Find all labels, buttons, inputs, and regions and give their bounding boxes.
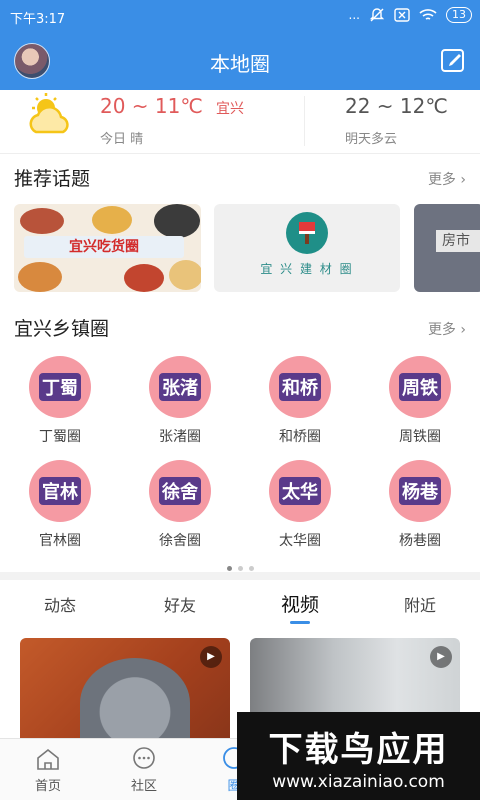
town-item-dingshu[interactable]: 丁蜀 丁蜀圈 — [20, 356, 100, 446]
town-badge: 徐舍 — [159, 477, 201, 505]
play-icon[interactable]: ▶ — [430, 646, 452, 668]
town-item-taihua[interactable]: 太华 太华圈 — [260, 460, 340, 550]
tab-dongtai[interactable]: 动态 — [0, 592, 120, 616]
battery-indicator: 13 — [446, 7, 472, 23]
tab-fujin[interactable]: 附近 — [360, 592, 480, 616]
food-plate-image — [18, 262, 62, 292]
town-badge: 张渚 — [159, 373, 201, 401]
page-dot — [248, 566, 254, 571]
town-item-zhangzhu[interactable]: 张渚 张渚圈 — [140, 356, 220, 446]
town-badge: 杨巷 — [399, 477, 441, 505]
town-label: 徐舍圈 — [159, 533, 201, 549]
town-badge: 丁蜀 — [39, 373, 81, 401]
town-badge: 官林 — [39, 477, 81, 505]
topic-card-food[interactable]: 宜兴吃货圈 — [14, 204, 201, 292]
food-plate-image — [124, 264, 164, 292]
city-name: 宜兴 — [216, 101, 244, 117]
paintbrush-icon — [286, 212, 328, 254]
town-label: 周铁圈 — [399, 429, 441, 445]
weather-panel[interactable]: 20 ~ 11℃ 宜兴 今日 晴 22 ~ 12℃ 明天多云 — [0, 90, 480, 154]
tab-haoyou[interactable]: 好友 — [120, 592, 240, 616]
topic-card-label: 宜兴吃货圈 — [24, 236, 184, 258]
status-bar: 下午3:17 ... 13 — [0, 0, 480, 32]
edit-icon[interactable] — [440, 47, 466, 73]
tab-shipin[interactable]: 视频 — [240, 590, 360, 617]
topic-card-label: 房市 — [436, 230, 480, 252]
town-item-xushe[interactable]: 徐舍 徐舍圈 — [140, 460, 220, 550]
watermark-url: www.xiazainiao.com — [272, 772, 445, 792]
town-icon: 官林 — [29, 460, 91, 522]
sim-x-icon — [394, 8, 410, 22]
towns-more-link[interactable]: 更多 › — [428, 319, 466, 339]
town-label: 太华圈 — [279, 533, 321, 549]
town-badge: 太华 — [279, 477, 321, 505]
today-temperature: 20 ~ 11℃ — [100, 94, 203, 118]
town-icon: 太华 — [269, 460, 331, 522]
topic-card-house[interactable]: 房市 — [414, 204, 480, 292]
town-icon: 周铁 — [389, 356, 451, 418]
status-time: 下午3:17 — [10, 12, 66, 27]
tomorrow-weather-desc: 明天多云 — [345, 132, 398, 147]
page-dot — [237, 566, 243, 571]
feed-tabs: 动态 好友 视频 附近 — [0, 580, 480, 630]
town-icon: 杨巷 — [389, 460, 451, 522]
topics-header: 推荐话题 更多 › — [0, 160, 480, 192]
mute-bell-icon — [369, 8, 385, 22]
town-badge: 和桥 — [279, 373, 321, 401]
page-title: 本地圈 — [210, 52, 270, 76]
town-item-guanlin[interactable]: 官林 官林圈 — [20, 460, 100, 550]
today-weather-desc: 今日 晴 — [100, 132, 144, 147]
home-icon — [37, 748, 59, 770]
town-item-heqiao[interactable]: 和桥 和桥圈 — [260, 356, 340, 446]
active-tab-indicator — [290, 621, 310, 624]
towns-title: 宜兴乡镇圈 — [14, 318, 110, 340]
nav-label: 首页 — [34, 779, 61, 794]
town-label: 和桥圈 — [279, 429, 321, 445]
page-dot — [226, 566, 232, 571]
town-icon: 丁蜀 — [29, 356, 91, 418]
nav-item-home[interactable]: 首页 — [8, 747, 88, 794]
food-plate-image — [92, 206, 132, 234]
town-icon: 和桥 — [269, 356, 331, 418]
town-label: 杨巷圈 — [399, 533, 441, 549]
status-icons: ... 13 — [349, 7, 472, 23]
more-dots-icon: ... — [348, 8, 360, 22]
town-label: 官林圈 — [39, 533, 81, 549]
wifi-icon — [419, 9, 437, 20]
town-label: 张渚圈 — [159, 429, 201, 445]
town-icon: 徐舍 — [149, 460, 211, 522]
watermark-logo: 下载鸟应用 www.xiazainiao.com — [237, 712, 480, 800]
play-icon[interactable]: ▶ — [200, 646, 222, 668]
app-header: 本地圈 — [0, 32, 480, 90]
food-plate-image — [20, 208, 64, 234]
food-plate-image — [154, 204, 200, 238]
weather-divider — [304, 96, 305, 146]
town-icon: 张渚 — [149, 356, 211, 418]
town-badge: 周铁 — [399, 373, 441, 401]
towns-header: 宜兴乡镇圈 更多 › — [0, 310, 480, 342]
town-item-zhoutie[interactable]: 周铁 周铁圈 — [380, 356, 460, 446]
topics-title: 推荐话题 — [14, 168, 91, 190]
nav-label: 社区 — [130, 779, 157, 794]
food-plate-image — [169, 260, 201, 290]
video-card[interactable]: ▶ — [20, 638, 230, 738]
topic-card-label: 宜 兴 建 材 圈 — [260, 262, 354, 276]
nav-item-community[interactable]: 社区 — [104, 747, 184, 794]
topic-card-building[interactable]: 宜 兴 建 材 圈 — [214, 204, 400, 292]
section-separator — [0, 572, 480, 580]
town-item-yangxiang[interactable]: 杨巷 杨巷圈 — [380, 460, 460, 550]
sunny-cloud-icon — [29, 93, 69, 134]
watermark-title: 下载鸟应用 — [268, 730, 449, 770]
cat-thumbnail-image — [80, 658, 190, 738]
chat-icon — [133, 747, 155, 769]
town-label: 丁蜀圈 — [39, 429, 81, 445]
topics-more-link[interactable]: 更多 › — [428, 169, 466, 189]
tomorrow-temperature: 22 ~ 12℃ — [345, 94, 448, 118]
